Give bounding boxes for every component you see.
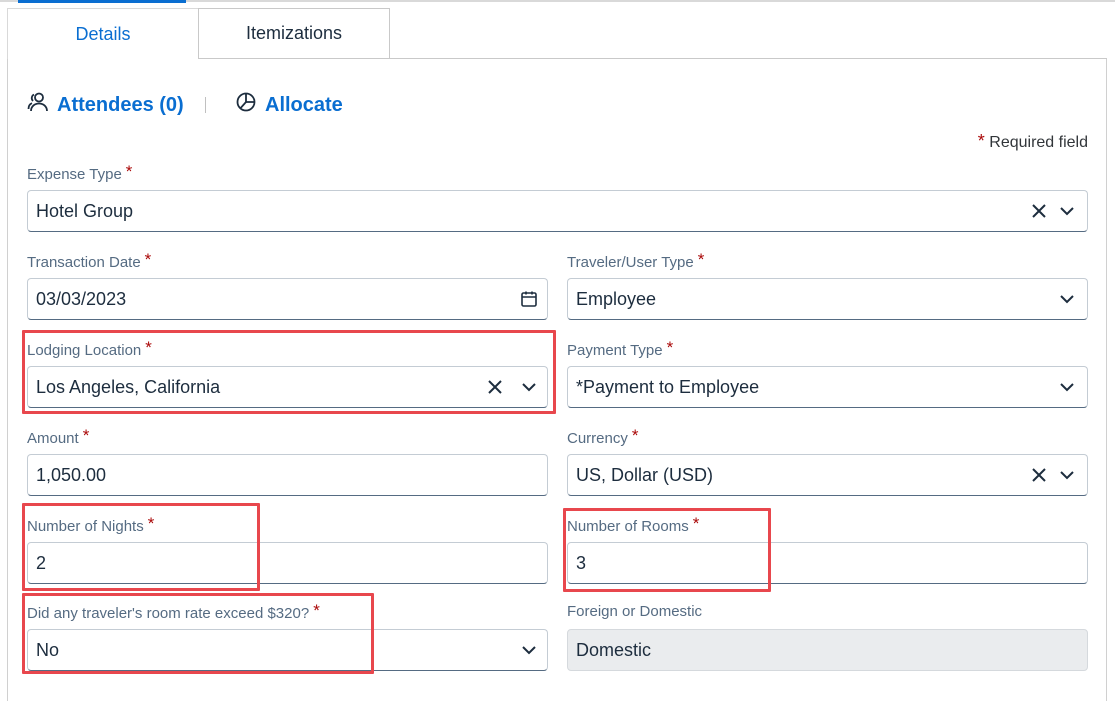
clear-icon[interactable] — [1027, 199, 1051, 223]
chevron-down-icon[interactable] — [1055, 375, 1079, 399]
traveler-type-select[interactable]: Employee — [567, 278, 1088, 320]
required-field-note: * Required field — [978, 131, 1088, 152]
expense-type-label: Expense Type * — [27, 162, 133, 183]
rooms-label: Number of Rooms * — [567, 514, 700, 535]
nights-label: Number of Nights * — [27, 514, 155, 535]
panel-divider — [390, 58, 1107, 59]
tab-itemizations[interactable]: Itemizations — [198, 8, 390, 59]
action-separator — [205, 97, 206, 113]
tab-details-label: Details — [75, 23, 131, 44]
clear-icon[interactable] — [1027, 463, 1051, 487]
allocate-icon — [235, 91, 265, 119]
required-field-text: Required field — [989, 134, 1088, 151]
expense-type-combobox[interactable]: Hotel Group — [27, 190, 1088, 232]
payment-type-select[interactable]: *Payment to Employee — [567, 366, 1088, 408]
payment-type-label: Payment Type * — [567, 338, 674, 359]
payment-type-value: *Payment to Employee — [576, 376, 760, 397]
expense-type-value: Hotel Group — [36, 200, 134, 221]
tab-details[interactable]: Details — [7, 8, 198, 59]
amount-label: Amount * — [27, 426, 90, 447]
nights-input[interactable]: 2 — [27, 542, 548, 584]
foreign-domestic-field: Domestic — [567, 629, 1088, 671]
lodging-location-combobox[interactable]: Los Angeles, California — [27, 366, 548, 408]
attendees-button[interactable]: Attendees (0) — [27, 92, 184, 118]
calendar-icon[interactable] — [517, 287, 541, 311]
traveler-type-label: Traveler/User Type * — [567, 250, 705, 271]
foreign-domestic-value: Domestic — [576, 639, 652, 660]
clear-icon[interactable] — [483, 375, 507, 399]
tab-itemizations-label: Itemizations — [245, 23, 343, 43]
currency-label: Currency * — [567, 426, 639, 447]
lodging-location-value: Los Angeles, California — [36, 376, 221, 397]
attendees-icon — [27, 91, 57, 119]
transaction-date-picker[interactable]: 03/03/2023 — [27, 278, 548, 320]
attendees-label: Attendees (0) — [57, 93, 184, 116]
allocate-label: Allocate — [265, 93, 343, 116]
transaction-date-value: 03/03/2023 — [36, 288, 127, 309]
amount-input[interactable]: 1,050.00 — [27, 454, 548, 496]
lodging-location-label: Lodging Location * — [27, 338, 152, 359]
currency-value: US, Dollar (USD) — [576, 464, 714, 485]
foreign-domestic-label: Foreign or Domestic — [567, 603, 703, 620]
allocate-button[interactable]: Allocate — [235, 92, 343, 118]
transaction-date-label: Transaction Date * — [27, 250, 152, 271]
rate-exceed-value: No — [36, 639, 60, 660]
rooms-input[interactable]: 3 — [567, 542, 1088, 584]
currency-combobox[interactable]: US, Dollar (USD) — [567, 454, 1088, 496]
rate-exceed-label: Did any traveler's room rate exceed $320… — [27, 601, 320, 622]
chevron-down-icon[interactable] — [517, 375, 541, 399]
chevron-down-icon[interactable] — [1055, 199, 1079, 223]
chevron-down-icon[interactable] — [1055, 287, 1079, 311]
traveler-type-value: Employee — [576, 288, 657, 309]
active-tab-indicator — [18, 0, 186, 3]
required-star: * — [977, 131, 985, 151]
chevron-down-icon[interactable] — [517, 638, 541, 662]
amount-value: 1,050.00 — [36, 464, 107, 485]
rate-exceed-select[interactable]: No — [27, 629, 548, 671]
chevron-down-icon[interactable] — [1055, 463, 1079, 487]
rooms-value: 3 — [576, 552, 587, 573]
nights-value: 2 — [36, 552, 47, 573]
